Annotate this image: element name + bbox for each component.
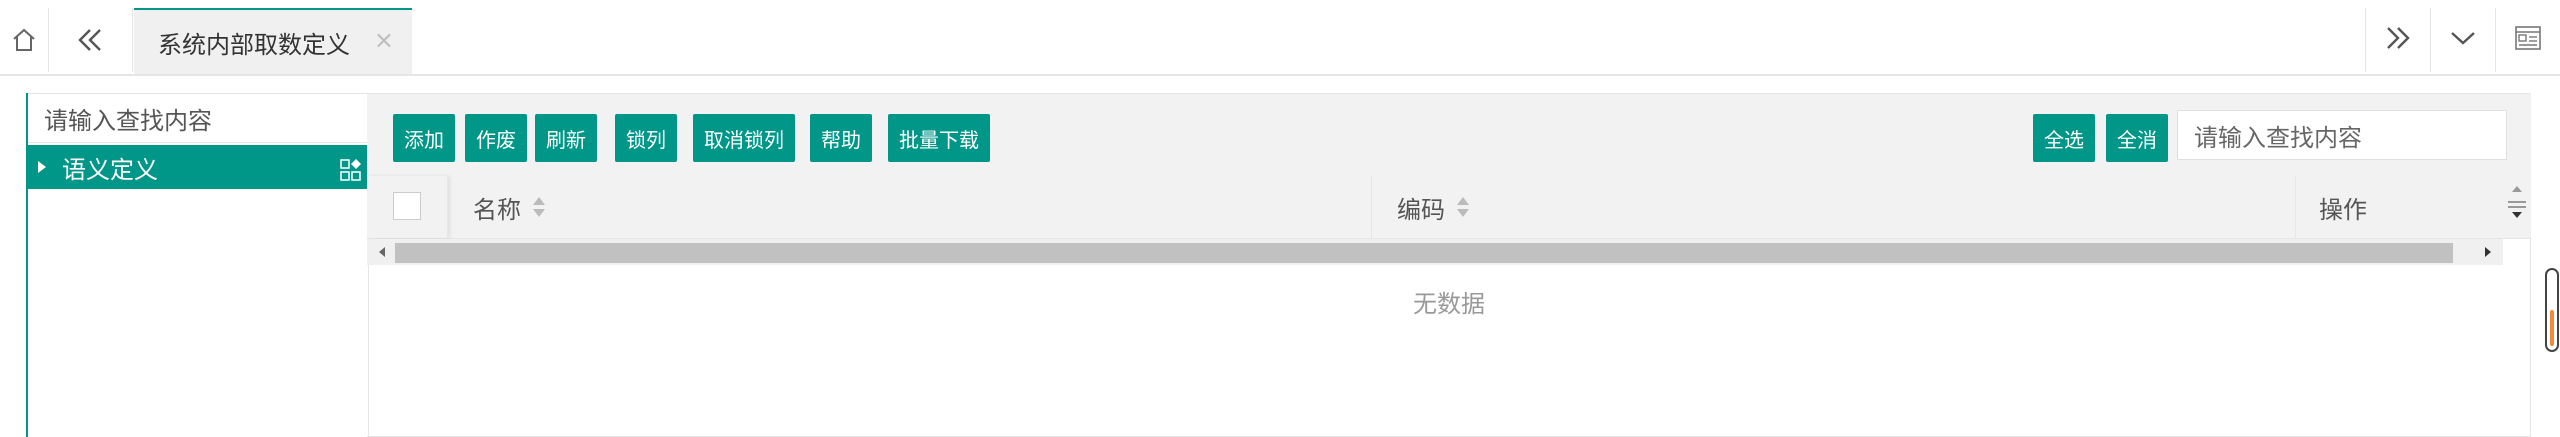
refresh-button[interactable]: 刷新 (535, 114, 597, 162)
tree-search-input[interactable]: 请输入查找内容 (28, 93, 368, 143)
column-divider[interactable] (1371, 176, 1372, 238)
toolbar: 添加 作废 刷新 锁列 取消锁列 帮助 批量下载 全选 全消 请输入查找内容 (367, 94, 2531, 177)
double-chevron-left-icon (76, 27, 104, 53)
column-divider[interactable] (2295, 176, 2296, 238)
column-header-actions: 操作 (2319, 176, 2367, 238)
window-icon (2514, 24, 2542, 56)
home-icon (11, 27, 37, 53)
close-icon[interactable]: × (374, 26, 394, 54)
tab-bar: 系统内部取数定义 × (0, 0, 2560, 76)
tab-menu-dropdown-button[interactable] (2430, 8, 2495, 72)
sort-icon[interactable] (533, 197, 545, 217)
tree-caret-right-icon[interactable] (38, 161, 46, 173)
help-button[interactable]: 帮助 (810, 114, 872, 162)
double-chevron-right-icon (2384, 25, 2412, 55)
tab-label: 系统内部取数定义 (158, 30, 350, 59)
chevron-down-icon (2450, 30, 2476, 50)
grid-search-input[interactable]: 请输入查找内容 (2177, 110, 2507, 160)
column-header-label: 操作 (2319, 195, 2367, 224)
home-button[interactable] (0, 8, 49, 72)
tree-item-semantic-definition[interactable]: 语义定义 (28, 145, 368, 189)
vertical-scrollbar-top[interactable] (2503, 176, 2531, 238)
page-scrollbar-thumb[interactable] (2550, 310, 2554, 346)
scroll-tabs-left-button[interactable] (48, 8, 133, 72)
window-toggle-button[interactable] (2495, 8, 2560, 72)
void-button[interactable]: 作废 (465, 114, 527, 162)
unlock-columns-button[interactable]: 取消锁列 (693, 114, 795, 162)
column-header-label: 编码 (1397, 195, 1445, 224)
tab-system-internal-fetch[interactable]: 系统内部取数定义 × (134, 8, 412, 74)
column-header-label: 名称 (473, 195, 521, 224)
scroll-tabs-right-button[interactable] (2365, 8, 2430, 72)
column-header-name[interactable]: 名称 (473, 176, 545, 238)
add-button[interactable]: 添加 (393, 114, 455, 162)
page-scrollbar[interactable] (2545, 268, 2559, 352)
main-content: 添加 作废 刷新 锁列 取消锁列 帮助 批量下载 全选 全消 请输入查找内容 名… (367, 93, 2531, 437)
empty-table-message: 无数据 (1413, 290, 1485, 318)
scroll-left-arrow-icon[interactable] (379, 247, 385, 257)
sort-icon[interactable] (1457, 197, 1469, 217)
select-all-checkbox[interactable] (393, 192, 421, 220)
select-all-cell (367, 176, 448, 238)
tree-item-label: 语义定义 (62, 155, 158, 184)
batch-download-button[interactable]: 批量下载 (888, 114, 990, 162)
scroll-right-arrow-icon[interactable] (2485, 247, 2491, 257)
tree-ops-icon[interactable] (340, 159, 362, 185)
column-header-code[interactable]: 编码 (1397, 176, 1469, 238)
horizontal-scrollbar-thumb[interactable] (395, 243, 2453, 263)
table-header: 名称 编码 操作 (367, 176, 2531, 239)
select-all-button[interactable]: 全选 (2033, 114, 2095, 162)
deselect-all-button[interactable]: 全消 (2106, 114, 2168, 162)
horizontal-scrollbar[interactable] (367, 239, 2503, 265)
lock-columns-button[interactable]: 锁列 (615, 114, 677, 162)
tree-panel: 请输入查找内容 语义定义 (26, 93, 369, 437)
